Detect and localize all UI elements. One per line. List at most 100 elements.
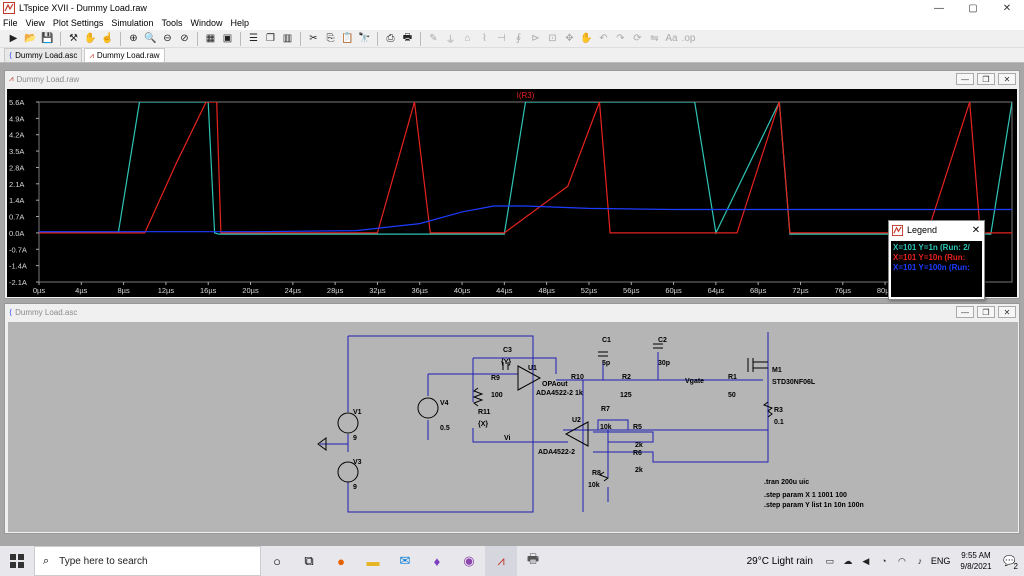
close-button[interactable]: ✕	[990, 0, 1024, 16]
label-icon[interactable]: ⌂	[460, 31, 475, 46]
zoom-cancel-icon[interactable]: ⊘	[177, 31, 192, 46]
app-printer-icon[interactable]: 🖶	[517, 546, 549, 576]
label-r3-value: 0.1	[774, 419, 784, 426]
tile-horizontal-icon[interactable]: ☰	[246, 31, 261, 46]
print-setup-icon[interactable]: ⎙	[383, 31, 398, 46]
menu-view[interactable]: View	[26, 18, 45, 28]
rotate-icon[interactable]: ⟳	[630, 31, 645, 46]
legend-entry-2[interactable]: X=101 Y=10n (Run:	[893, 253, 980, 263]
toolbar-separator	[300, 31, 301, 46]
label-v3-value: 9	[353, 484, 357, 491]
cloud-icon[interactable]: ☁	[841, 556, 855, 567]
legend-titlebar[interactable]: Legend ✕	[889, 221, 984, 239]
x-tick-label: 28µs	[327, 286, 344, 295]
ground-icon[interactable]: ⏚	[443, 31, 458, 46]
tray-app-icon[interactable]: ▭	[823, 556, 837, 567]
tab-dummy-load-asc[interactable]: ⟨ Dummy Load.asc	[4, 48, 83, 62]
menu-window[interactable]: Window	[190, 18, 222, 28]
mirror-icon[interactable]: ⇋	[647, 31, 662, 46]
weather-widget[interactable]: 29°C Light rain	[747, 556, 813, 567]
legend-close-icon[interactable]: ✕	[968, 225, 984, 236]
legend-entry-1[interactable]: X=101 Y=1n (Run: 2/	[893, 243, 980, 253]
zoom-full-icon[interactable]: ▣	[220, 31, 235, 46]
file-explorer-icon[interactable]: ▬	[357, 546, 389, 576]
run-icon[interactable]: ▶	[6, 31, 21, 46]
legend-entry-3[interactable]: X=101 Y=100n (Run:	[893, 263, 980, 273]
network-icon[interactable]: ◔	[877, 556, 891, 566]
y-tick-label: 5.6A	[9, 98, 24, 107]
label-opaout: OPAout	[542, 381, 568, 388]
zoom-area-icon[interactable]: 🔍	[143, 31, 158, 46]
print-icon[interactable]: 🖶	[400, 31, 415, 46]
find-icon[interactable]: 🔭	[357, 31, 372, 46]
ltspice-taskbar-icon[interactable]: ⩘	[485, 546, 517, 576]
label-r11-value: {X}	[478, 421, 488, 428]
subwindow-close-button[interactable]: ✕	[998, 73, 1016, 85]
cut-icon[interactable]: ✂	[306, 31, 321, 46]
start-button[interactable]	[0, 546, 34, 576]
speaker-icon[interactable]: ♪	[913, 556, 927, 566]
y-tick-label: 2.8A	[9, 163, 24, 172]
subwindow-minimize-button[interactable]: —	[956, 73, 974, 85]
cortana-icon[interactable]: ○	[261, 546, 293, 576]
halt-icon[interactable]: ✋	[83, 31, 98, 46]
schematic-canvas[interactable]: C3 {Y} U1 OPAout ADA4522-2 R9 100 R10 1k…	[8, 322, 1018, 532]
autorange-icon[interactable]: ▦	[203, 31, 218, 46]
text-icon[interactable]: Aa	[664, 31, 679, 46]
undo-icon[interactable]: ↶	[596, 31, 611, 46]
subwindow-restore-button[interactable]: ❐	[977, 73, 995, 85]
schematic-window-titlebar[interactable]: ⟨ Dummy Load.asc — ❐ ✕	[5, 304, 1019, 320]
waveform-window-titlebar[interactable]: ⩘ Dummy Load.raw — ❐ ✕	[5, 71, 1019, 87]
schematic-icon: ⟨	[9, 307, 13, 317]
language-indicator[interactable]: ENG	[931, 556, 951, 566]
capacitor-icon[interactable]: ⊣	[494, 31, 509, 46]
tile-vertical-icon[interactable]: ▥	[280, 31, 295, 46]
clock[interactable]: 9:55 AM 9/8/2021	[960, 550, 991, 572]
control-panel-icon[interactable]: ⚒	[66, 31, 81, 46]
menu-file[interactable]: File	[3, 18, 18, 28]
spice-directive-icon[interactable]: .op	[681, 31, 696, 46]
taskbar: ⌕ Type here to search ○ ⧉ ● ▬ ✉ ♦ ◉ ⩘ 🖶 …	[0, 546, 1024, 576]
paste-icon[interactable]: 📋	[340, 31, 355, 46]
toolbar-separator	[60, 31, 61, 46]
plot-pane[interactable]: I(R3) 5.6A 4.9A 4.2A 3.5A 2.8A 2.1A 1.4A 0.7A 0.0…	[7, 89, 1017, 297]
cascade-icon[interactable]: ❐	[263, 31, 278, 46]
move-icon[interactable]: ✥	[562, 31, 577, 46]
menu-simulation[interactable]: Simulation	[111, 18, 153, 28]
open-icon[interactable]: 📂	[23, 31, 38, 46]
volume-icon[interactable]: ◀	[859, 556, 873, 567]
wifi-icon[interactable]: ◠	[895, 556, 909, 567]
legend-window[interactable]: Legend ✕ X=101 Y=1n (Run: 2/ X=101 Y=10n…	[888, 220, 985, 300]
schematic-drawing[interactable]: C3 {Y} U1 OPAout ADA4522-2 R9 100 R10 1k…	[8, 322, 1018, 532]
copy-icon[interactable]: ⎘	[323, 31, 338, 46]
subwindow-close-button[interactable]: ✕	[998, 306, 1016, 318]
menu-help[interactable]: Help	[230, 18, 249, 28]
menu-tools[interactable]: Tools	[161, 18, 182, 28]
zoom-out-icon[interactable]: ⊖	[160, 31, 175, 46]
drag-icon[interactable]: ✋	[579, 31, 594, 46]
subwindow-minimize-button[interactable]: —	[956, 306, 974, 318]
app-circle-icon[interactable]: ◉	[453, 546, 485, 576]
task-view-icon[interactable]: ⧉	[293, 546, 325, 576]
resistor-icon[interactable]: ⌇	[477, 31, 492, 46]
wire-icon[interactable]: ✎	[426, 31, 441, 46]
label-r6-value: 2k	[635, 467, 643, 474]
redo-icon[interactable]: ↷	[613, 31, 628, 46]
zoom-in-icon[interactable]: ⊕	[126, 31, 141, 46]
save-icon[interactable]: 💾	[40, 31, 55, 46]
legend-title: Legend	[907, 225, 938, 235]
menu-plot-settings[interactable]: Plot Settings	[53, 18, 104, 28]
maximize-button[interactable]: ▢	[956, 0, 990, 16]
firefox-icon[interactable]: ●	[325, 546, 357, 576]
minimize-button[interactable]: —	[922, 0, 956, 16]
tab-dummy-load-raw[interactable]: ⩘ Dummy Load.raw	[84, 48, 165, 62]
waveform-plot[interactable]: I(R3) 5.6A 4.9A 4.2A 3.5A 2.8A 2.1A 1.4A 0.7A 0.0…	[7, 89, 1017, 297]
taskbar-search-box[interactable]: ⌕ Type here to search	[34, 546, 261, 576]
mail-icon[interactable]: ✉	[389, 546, 421, 576]
diode-icon[interactable]: ⊳	[528, 31, 543, 46]
app-purple-icon[interactable]: ♦	[421, 546, 453, 576]
inductor-icon[interactable]: ∮	[511, 31, 526, 46]
component-icon[interactable]: ⊡	[545, 31, 560, 46]
pan-icon[interactable]: ☝	[100, 31, 115, 46]
subwindow-restore-button[interactable]: ❐	[977, 306, 995, 318]
